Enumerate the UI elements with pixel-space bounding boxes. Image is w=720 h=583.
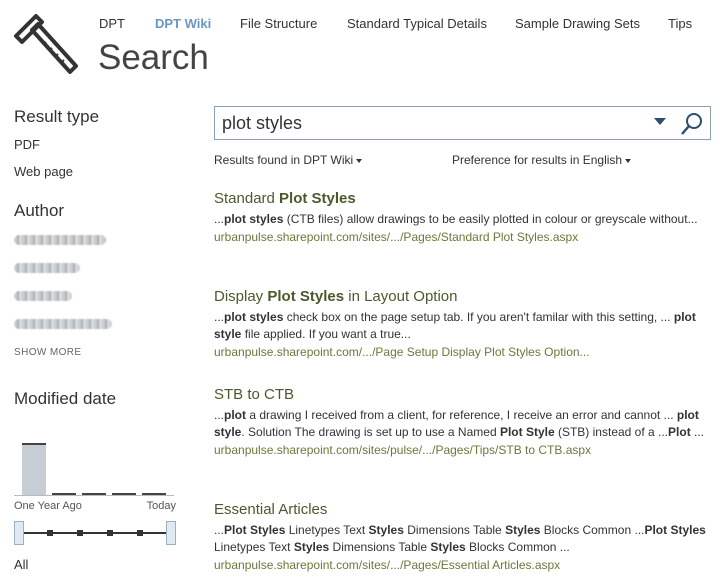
filter-pdf[interactable]: PDF	[14, 137, 179, 152]
histogram-bar[interactable]	[52, 493, 76, 495]
range-start-label: One Year Ago	[14, 500, 82, 512]
result-snippet: ...plot a drawing I received from a clie…	[214, 408, 705, 439]
site-logo[interactable]	[12, 12, 80, 78]
chevron-down-icon	[356, 158, 363, 163]
search-icon	[681, 113, 702, 135]
search-result: STB to CTB ...plot a drawing I received …	[214, 386, 714, 457]
nav-file-structure[interactable]: File Structure	[240, 16, 317, 31]
t-square-logo-icon	[14, 14, 78, 74]
date-filter-value: All	[14, 557, 29, 572]
result-snippet: ...Plot Styles Linetypes Text Styles Dim…	[214, 523, 706, 554]
result-snippet: ...plot styles check box on the page set…	[214, 310, 696, 341]
slider-tick	[77, 530, 83, 536]
result-url[interactable]: urbanpulse.sharepoint.com/sites/.../Page…	[214, 558, 714, 572]
result-title[interactable]: STB to CTB	[214, 386, 714, 403]
slider-tick	[137, 530, 143, 536]
slider-handle-end[interactable]	[166, 521, 176, 545]
nav-dpt-wiki[interactable]: DPT Wiki	[155, 16, 211, 31]
show-more-link[interactable]: SHOW MORE	[14, 347, 179, 358]
nav-tips[interactable]: Tips	[668, 16, 692, 31]
result-title[interactable]: Essential Articles	[214, 501, 714, 518]
author-item[interactable]	[14, 291, 72, 301]
result-url[interactable]: urbanpulse.sharepoint.com/sites/.../Page…	[214, 230, 714, 244]
author-heading: Author	[14, 201, 65, 220]
page-title: Search	[98, 38, 209, 77]
slider-track	[22, 532, 168, 534]
result-title[interactable]: Display Plot Styles in Layout Option	[214, 288, 714, 305]
slider-handle-start[interactable]	[14, 521, 24, 545]
date-histogram	[14, 438, 174, 496]
result-title[interactable]: Standard Plot Styles	[214, 190, 714, 207]
modified-date-heading: Modified date	[14, 389, 117, 408]
histogram-bar[interactable]	[22, 443, 46, 495]
author-item[interactable]	[14, 319, 112, 329]
result-type-heading: Result type	[14, 107, 100, 126]
histogram-bar[interactable]	[112, 493, 136, 495]
refiners-sidebar: Result type PDF Web page Author SHOW MOR…	[14, 107, 179, 419]
search-box	[214, 106, 711, 140]
search-result: Essential Articles ...Plot Styles Linety…	[214, 501, 714, 572]
histogram-bar[interactable]	[142, 493, 166, 495]
language-preference-dropdown[interactable]: Preference for results in English	[452, 153, 632, 167]
search-input[interactable]	[222, 111, 642, 135]
slider-tick	[107, 530, 113, 536]
chevron-down-icon[interactable]	[654, 118, 666, 125]
result-url[interactable]: urbanpulse.sharepoint.com/sites/pulse/..…	[214, 443, 714, 457]
author-item[interactable]	[14, 235, 106, 245]
date-range-slider[interactable]	[14, 521, 176, 545]
search-result: Standard Plot Styles ...plot styles (CTB…	[214, 190, 714, 244]
result-url[interactable]: urbanpulse.sharepoint.com/.../Page Setup…	[214, 345, 714, 359]
filter-web-page[interactable]: Web page	[14, 164, 179, 179]
results-scope-dropdown[interactable]: Results found in DPT Wiki	[214, 153, 363, 167]
chevron-down-icon	[625, 158, 632, 163]
results-scope-label: Results found in DPT Wiki	[214, 153, 354, 167]
author-item[interactable]	[14, 263, 80, 273]
nav-sample-drawing-sets[interactable]: Sample Drawing Sets	[515, 16, 640, 31]
result-snippet: ...plot styles (CTB files) allow drawing…	[214, 212, 698, 226]
slider-tick	[47, 530, 53, 536]
nav-dpt[interactable]: DPT	[99, 16, 125, 31]
histogram-bar[interactable]	[82, 493, 106, 495]
nav-standard-typical-details[interactable]: Standard Typical Details	[347, 16, 487, 31]
range-end-label: Today	[146, 500, 176, 512]
search-button[interactable]	[680, 112, 704, 136]
search-result: Display Plot Styles in Layout Option ...…	[214, 288, 714, 359]
language-preference-label: Preference for results in English	[452, 153, 623, 167]
